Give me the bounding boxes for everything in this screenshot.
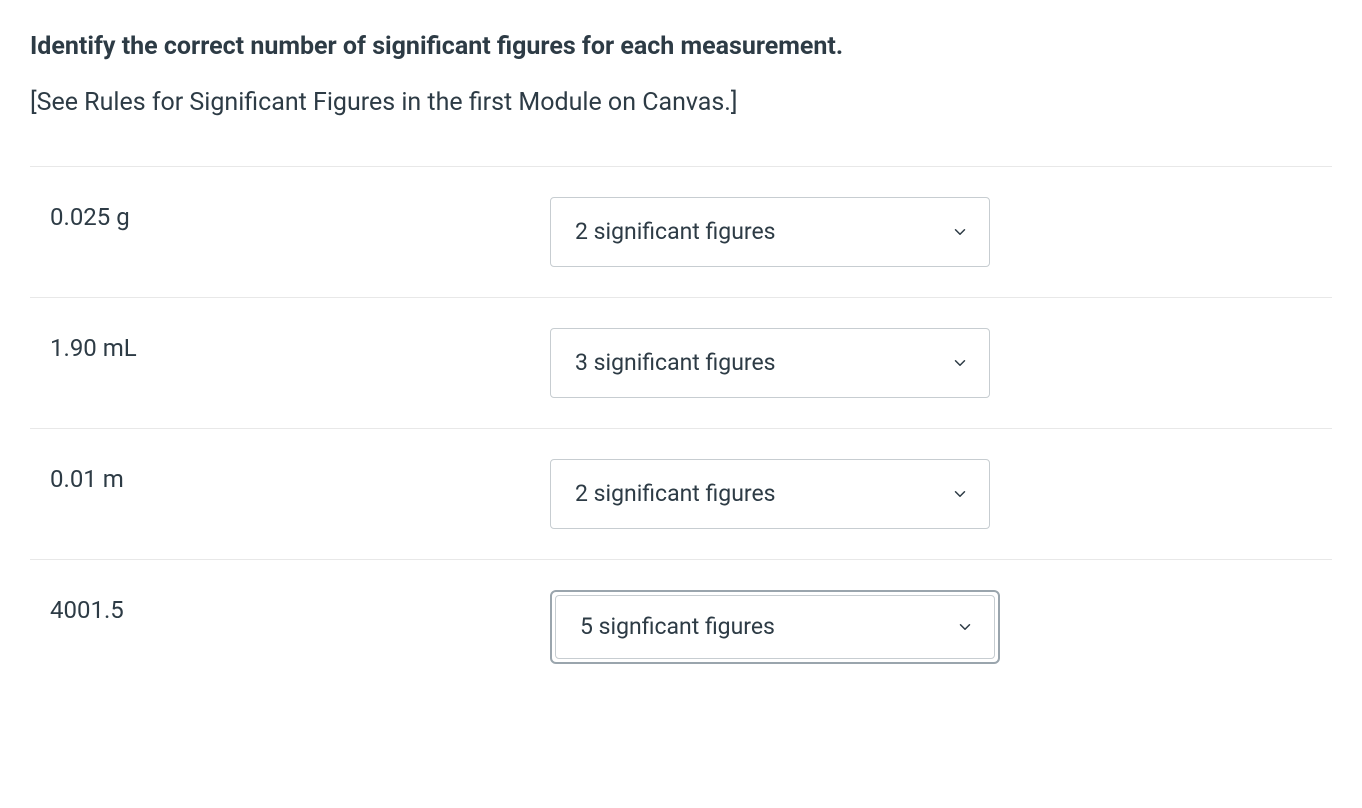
question-prompt-subtext: [See Rules for Significant Figures in th… <box>30 86 1332 120</box>
answer-select-value: 2 significant figures <box>575 218 776 245</box>
answer-select-value: 5 signficant figures <box>580 613 775 640</box>
answer-select[interactable]: 5 signficant figures <box>555 595 995 659</box>
answer-select-value: 3 significant figures <box>575 349 776 376</box>
question-container: Identify the correct number of significa… <box>30 30 1332 674</box>
chevron-down-icon <box>951 223 969 241</box>
measurement-label: 1.90 mL <box>50 328 550 362</box>
chevron-down-icon <box>951 485 969 503</box>
measurement-label: 0.025 g <box>50 197 550 231</box>
chevron-down-icon <box>951 354 969 372</box>
answer-select-wrap: 2 significant figures <box>550 197 990 267</box>
answer-select-wrap: 3 significant figures <box>550 328 990 398</box>
answer-select-value: 2 significant figures <box>575 480 776 507</box>
question-row: 0.01 m 2 significant figures <box>30 428 1332 559</box>
question-prompt-title: Identify the correct number of significa… <box>30 30 1332 64</box>
measurement-label: 0.01 m <box>50 459 550 493</box>
question-row: 1.90 mL 3 significant figures <box>30 297 1332 428</box>
answer-select[interactable]: 2 significant figures <box>550 459 990 529</box>
answer-select-wrap: 5 signficant figures <box>550 590 1000 664</box>
answer-select[interactable]: 2 significant figures <box>550 197 990 267</box>
question-row: 4001.5 5 signficant figures <box>30 559 1332 674</box>
chevron-down-icon <box>956 618 974 636</box>
question-row: 0.025 g 2 significant figures <box>30 166 1332 297</box>
answer-select[interactable]: 3 significant figures <box>550 328 990 398</box>
answer-select-wrap: 2 significant figures <box>550 459 990 529</box>
measurement-label: 4001.5 <box>50 590 550 624</box>
